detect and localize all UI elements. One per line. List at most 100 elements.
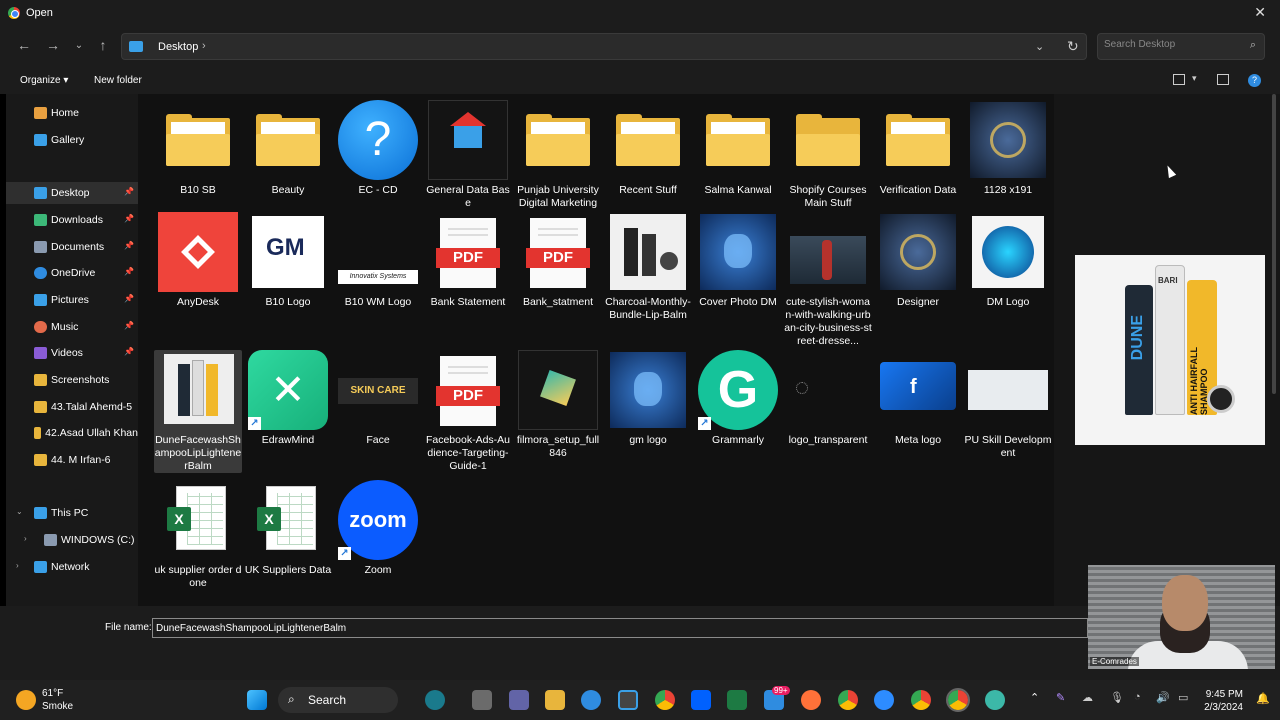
- expand-chevron-icon[interactable]: ›: [24, 534, 27, 543]
- file-item[interactable]: Beauty: [244, 100, 332, 197]
- sidebar-item-windows-c[interactable]: › WINDOWS (C:): [6, 529, 138, 551]
- sidebar-item-downloads[interactable]: Downloads 📌: [6, 209, 138, 231]
- file-item[interactable]: Xuk supplier order done: [154, 480, 242, 590]
- file-item[interactable]: Designer: [874, 212, 962, 309]
- address-bar[interactable]: Desktop › ⌄ ↻: [121, 33, 1087, 60]
- file-item[interactable]: DM Logo: [964, 212, 1052, 309]
- chrome-icon[interactable]: [838, 690, 858, 710]
- vpn-globe-icon[interactable]: [985, 690, 1005, 710]
- preview-pane-icon[interactable]: [1217, 74, 1229, 85]
- breadcrumb-desktop[interactable]: Desktop: [158, 41, 198, 53]
- sidebar-item-talal[interactable]: 43.Talal Ahemd-5: [6, 396, 138, 418]
- recent-locations-chevron-icon[interactable]: ⌄: [69, 40, 89, 51]
- chrome-icon[interactable]: [655, 690, 675, 710]
- firefox-icon[interactable]: [801, 690, 821, 710]
- file-item[interactable]: DuneFacewashShampooLipLightenerBalm: [154, 350, 242, 473]
- chrome-icon[interactable]: [946, 688, 970, 712]
- edge-icon[interactable]: [581, 690, 601, 710]
- new-folder-button[interactable]: New folder: [94, 75, 142, 86]
- dropbox-icon[interactable]: [691, 690, 711, 710]
- up-arrow-icon[interactable]: ↑: [93, 37, 113, 53]
- sidebar-item-irfan[interactable]: 44. M Irfan-6: [6, 449, 138, 471]
- file-item[interactable]: Charcoal-Monthly-Bundle-Lip-Balm: [604, 212, 692, 322]
- taskbar-search[interactable]: ⌕ Search: [278, 687, 398, 713]
- start-windows-icon[interactable]: [247, 690, 267, 710]
- file-item[interactable]: filmora_setup_full846: [514, 350, 602, 460]
- search-input[interactable]: [1104, 39, 1234, 50]
- change-view-icon[interactable]: [1173, 74, 1185, 85]
- sidebar-item-music[interactable]: Music 📌: [6, 316, 138, 338]
- back-arrow-icon[interactable]: ←: [14, 37, 34, 53]
- wifi-icon[interactable]: ◔: [1134, 691, 1141, 703]
- file-item[interactable]: Recent Stuff: [604, 100, 692, 197]
- file-item[interactable]: B10 SB: [154, 100, 242, 197]
- microphone-icon[interactable]: 🎙: [1110, 691, 1124, 704]
- file-item[interactable]: ? EC - CD: [334, 100, 422, 197]
- file-item[interactable]: cute-stylish-woman-with-walking-urban-ci…: [784, 212, 872, 348]
- file-item[interactable]: AnyDesk: [154, 212, 242, 309]
- sidebar-item-this-pc[interactable]: ⌄ This PC: [6, 502, 138, 524]
- battery-icon[interactable]: ▭: [1178, 691, 1188, 704]
- sidebar-item-desktop[interactable]: Desktop 📌: [6, 182, 138, 204]
- sidebar-item-onedrive[interactable]: OneDrive 📌: [6, 262, 138, 284]
- copilot-icon[interactable]: [425, 690, 445, 710]
- file-explorer-icon[interactable]: [545, 690, 565, 710]
- file-item[interactable]: 1128 x191: [964, 100, 1052, 197]
- chrome-icon[interactable]: [911, 690, 931, 710]
- expand-chevron-icon[interactable]: ⌄: [16, 507, 23, 516]
- file-item[interactable]: GM B10 Logo: [244, 212, 332, 309]
- sidebar-item-screenshots[interactable]: Screenshots: [6, 369, 138, 391]
- store-icon[interactable]: [618, 690, 638, 710]
- file-item[interactable]: PDF Bank_statment: [514, 212, 602, 309]
- file-item[interactable]: logo_transparent: [784, 350, 872, 447]
- help-icon[interactable]: ?: [1248, 74, 1261, 87]
- file-item[interactable]: PDF Bank Statement: [424, 212, 512, 309]
- scrollbar[interactable]: [1272, 94, 1276, 394]
- file-item[interactable]: Verification Data: [874, 100, 962, 197]
- file-item[interactable]: G ↗ Grammarly: [694, 350, 782, 447]
- sidebar-item-network[interactable]: › Network: [6, 556, 138, 578]
- expand-chevron-icon[interactable]: ›: [16, 561, 19, 570]
- sidebar-item-home[interactable]: Home: [6, 102, 138, 124]
- excel-icon[interactable]: [727, 690, 747, 710]
- file-item[interactable]: Punjab University Digital Marketing: [514, 100, 602, 210]
- file-item[interactable]: General Data Base: [424, 100, 512, 210]
- show-hidden-icons-icon[interactable]: ⌃: [1030, 691, 1039, 704]
- close-icon[interactable]: ✕: [1254, 4, 1266, 21]
- search-icon[interactable]: ⌕: [1250, 39, 1256, 52]
- address-dropdown-icon[interactable]: ⌄: [1035, 40, 1044, 53]
- file-item[interactable]: Innovatix Systems B10 WM Logo: [334, 212, 422, 309]
- teams-icon[interactable]: [509, 690, 529, 710]
- clock[interactable]: 9:45 PM 2/3/2024: [1203, 688, 1243, 714]
- file-item[interactable]: Cover Photo DM: [694, 212, 782, 309]
- file-item[interactable]: PDF Facebook-Ads-Audience-Targeting-Guide…: [424, 350, 512, 473]
- task-view-icon[interactable]: [472, 690, 492, 710]
- notifications-bell-icon[interactable]: 🔔: [1256, 692, 1270, 705]
- sidebar-item-asad[interactable]: 42.Asad Ullah Khan: [6, 422, 138, 444]
- cloud-icon[interactable]: ☁: [1082, 691, 1093, 704]
- file-name-text: Punjab University Digital Marketing: [517, 184, 599, 209]
- organize-button[interactable]: Organize ▾: [20, 75, 68, 86]
- file-item[interactable]: ✕ ↗ EdrawMind: [244, 350, 332, 447]
- volume-icon[interactable]: 🔊: [1156, 691, 1170, 704]
- zoom-icon[interactable]: [874, 690, 894, 710]
- sidebar-item-pictures[interactable]: Pictures 📌: [6, 289, 138, 311]
- file-item[interactable]: Shopify Courses Main Stuff: [784, 100, 872, 210]
- file-name-input[interactable]: [152, 618, 1088, 638]
- file-item[interactable]: gm logo: [604, 350, 692, 447]
- sidebar-item-documents[interactable]: Documents 📌: [6, 236, 138, 258]
- forward-arrow-icon[interactable]: →: [43, 37, 63, 53]
- refresh-icon[interactable]: ↻: [1067, 38, 1079, 55]
- view-options-chevron-icon[interactable]: ▾: [1192, 73, 1197, 84]
- breadcrumb-chevron-icon[interactable]: ›: [202, 40, 206, 52]
- pen-icon[interactable]: ✎: [1056, 691, 1065, 704]
- sidebar-item-gallery[interactable]: Gallery: [6, 129, 138, 151]
- file-item[interactable]: zoom ↗ Zoom: [334, 480, 422, 577]
- file-item[interactable]: X UK Suppliers Data: [244, 480, 332, 577]
- file-item[interactable]: PU Skill Development: [964, 350, 1052, 460]
- file-item[interactable]: SKIN CARE Face: [334, 350, 422, 447]
- search-box[interactable]: ⌕: [1097, 33, 1265, 60]
- sidebar-item-videos[interactable]: Videos 📌: [6, 342, 138, 364]
- file-item[interactable]: f Meta logo: [874, 350, 962, 447]
- file-item[interactable]: Salma Kanwal: [694, 100, 782, 197]
